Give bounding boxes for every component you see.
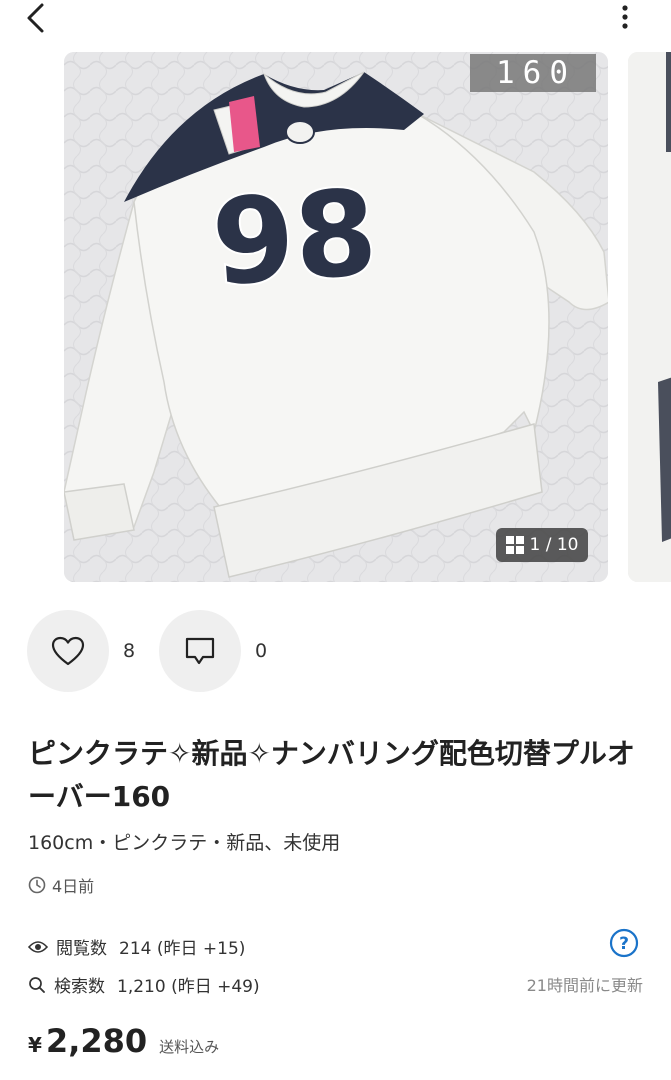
item-meta: 160cm・ピンクラテ・新品、未使用 bbox=[28, 832, 341, 854]
views-stat: 閲覧数 214 (昨日 +15) bbox=[28, 934, 245, 959]
photo-counter-text: 1 / 10 bbox=[529, 535, 579, 555]
more-vertical-icon bbox=[622, 5, 628, 29]
sweatshirt-image: 98 bbox=[64, 52, 608, 582]
eye-icon bbox=[28, 940, 48, 953]
clock-icon bbox=[28, 876, 46, 894]
price-value: 2,280 bbox=[45, 1022, 148, 1060]
posted-time: 4日前 bbox=[28, 873, 94, 897]
more-menu-button[interactable] bbox=[610, 0, 640, 34]
next-photo-image bbox=[628, 52, 671, 582]
views-value: 214 (昨日 +15) bbox=[119, 939, 246, 959]
search-value: 1,210 (昨日 +49) bbox=[117, 977, 260, 997]
question-circle-icon: ? bbox=[609, 928, 639, 958]
back-button[interactable] bbox=[18, 0, 52, 36]
chevron-left-icon bbox=[27, 3, 44, 33]
heart-icon bbox=[51, 636, 85, 666]
comment-button[interactable] bbox=[159, 610, 241, 692]
grid-icon bbox=[505, 536, 524, 554]
views-label: 閲覧数 bbox=[56, 939, 107, 959]
photo-counter[interactable]: 1 / 10 bbox=[496, 528, 588, 562]
search-stat: 検索数 1,210 (昨日 +49) bbox=[28, 972, 260, 997]
price: ¥ 2,280 送料込み bbox=[28, 1022, 219, 1060]
reaction-bar: 8 0 bbox=[0, 610, 671, 694]
top-bar bbox=[0, 0, 671, 40]
item-title: ピンクラテ✧新品✧ナンバリング配色切替プルオーバー160 bbox=[28, 737, 635, 813]
photo-gallery[interactable]: 98 160 1 / 10 bbox=[0, 52, 671, 582]
like-button[interactable] bbox=[27, 610, 109, 692]
next-photo-preview[interactable] bbox=[628, 52, 671, 582]
shipping-note: 送料込み bbox=[159, 1038, 220, 1056]
search-icon bbox=[29, 976, 45, 993]
comment-icon bbox=[185, 637, 215, 665]
size-overlay-label: 160 bbox=[470, 54, 596, 92]
comment-count: 0 bbox=[255, 640, 268, 662]
svg-text:98: 98 bbox=[208, 163, 381, 312]
posted-time-text: 4日前 bbox=[52, 877, 95, 896]
stats-updated-time: 21時間前に更新 bbox=[526, 976, 643, 995]
like-count: 8 bbox=[123, 640, 136, 662]
price-currency: ¥ bbox=[28, 1033, 42, 1057]
svg-text:?: ? bbox=[619, 934, 629, 954]
stats-help-button[interactable]: ? bbox=[609, 928, 639, 958]
product-photo[interactable]: 98 160 1 / 10 bbox=[64, 52, 608, 582]
search-label: 検索数 bbox=[54, 977, 105, 997]
